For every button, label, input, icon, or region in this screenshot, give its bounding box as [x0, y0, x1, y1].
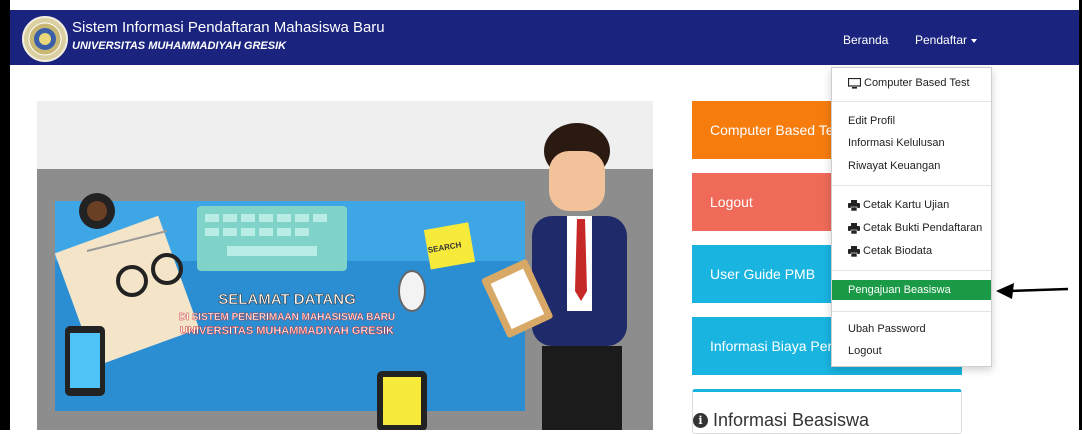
- app-subtitle: UNIVERSITAS MUHAMMADIYAH GRESIK: [72, 40, 287, 52]
- info-beasiswa-title: Informasi Beasiswa: [713, 410, 870, 430]
- menu-item-logout[interactable]: Logout: [848, 345, 882, 357]
- nav-beranda[interactable]: Beranda: [843, 33, 888, 47]
- menu-item-riwayat-keuangan-label: Riwayat Keuangan: [848, 160, 941, 172]
- menu-divider: [832, 101, 991, 102]
- hero-welcome-text: SELAMAT DATANG: [218, 291, 355, 308]
- user-guide-button-label: User Guide PMB: [710, 266, 816, 282]
- hero-line2-text: DI SISTEM PENERIMAAN MAHASISWA BARU: [179, 312, 395, 323]
- menu-item-cetak-bukti-pendaftaran-label: Cetak Bukti Pendaftaran: [863, 222, 983, 234]
- hero-banner: SELAMAT DATANG DI SISTEM PENERIMAAN MAHA…: [37, 101, 653, 430]
- hero-line3-text: UNIVERSITAS MUHAMMADIYAH GRESIK: [180, 325, 394, 337]
- menu-item-cbt[interactable]: Computer Based Test: [848, 77, 970, 89]
- top-navbar: Sistem Informasi Pendaftaran Mahasiswa B…: [10, 10, 1079, 65]
- menu-item-cetak-biodata-label: Cetak Biodata: [863, 245, 933, 257]
- nav-pendaftar-dropdown[interactable]: Pendaftar: [915, 33, 978, 47]
- menu-item-cetak-bukti-pendaftaran[interactable]: Cetak Bukti Pendaftaran: [848, 222, 982, 234]
- menu-item-cetak-biodata[interactable]: Cetak Biodata: [848, 245, 932, 257]
- info-beasiswa-panel: i Informasi Beasiswa: [692, 389, 962, 434]
- menu-divider: [832, 311, 991, 312]
- print-icon: [848, 245, 860, 257]
- menu-item-cetak-kartu-ujian-label: Cetak Kartu Ujian: [863, 199, 950, 211]
- caret-down-icon: [971, 38, 978, 43]
- hero-illustration: SELAMAT DATANG DI SISTEM PENERIMAAN MAHA…: [37, 123, 653, 430]
- menu-item-informasi-kelulusan-label: Informasi Kelulusan: [848, 137, 945, 149]
- menu-item-ubah-password[interactable]: Ubah Password: [848, 323, 926, 335]
- university-logo[interactable]: [22, 16, 68, 62]
- menu-item-cetak-kartu-ujian[interactable]: Cetak Kartu Ujian: [848, 199, 949, 211]
- menu-divider: [832, 270, 991, 271]
- print-icon: [848, 222, 860, 234]
- menu-item-edit-profil[interactable]: Edit Profil: [848, 115, 895, 127]
- cbt-button-label: Computer Based Test: [710, 122, 845, 138]
- app-title: Sistem Informasi Pendaftaran Mahasiswa B…: [72, 19, 385, 36]
- menu-item-informasi-kelulusan[interactable]: Informasi Kelulusan: [848, 137, 945, 149]
- monitor-icon: [848, 77, 861, 89]
- pointer-arrow-icon: [996, 283, 1069, 299]
- nav-pendaftar-label: Pendaftar: [915, 33, 968, 47]
- left-border: [0, 0, 10, 430]
- print-icon: [848, 199, 860, 211]
- menu-item-pengajuan-beasiswa[interactable]: Pengajuan Beasiswa: [832, 280, 991, 300]
- info-circle-icon: i: [693, 413, 708, 428]
- menu-item-logout-label: Logout: [848, 345, 882, 357]
- menu-divider: [832, 185, 991, 186]
- menu-item-riwayat-keuangan[interactable]: Riwayat Keuangan: [848, 160, 940, 172]
- menu-item-pengajuan-beasiswa-label: Pengajuan Beasiswa: [848, 284, 951, 296]
- menu-item-cbt-label: Computer Based Test: [864, 77, 970, 89]
- menu-item-edit-profil-label: Edit Profil: [848, 115, 896, 127]
- pendaftar-dropdown-menu: Computer Based Test Edit Profil Informas…: [831, 67, 992, 367]
- menu-item-ubah-password-label: Ubah Password: [848, 323, 926, 335]
- logout-button-label: Logout: [710, 194, 753, 210]
- info-beasiswa-heading: i Informasi Beasiswa: [693, 410, 869, 431]
